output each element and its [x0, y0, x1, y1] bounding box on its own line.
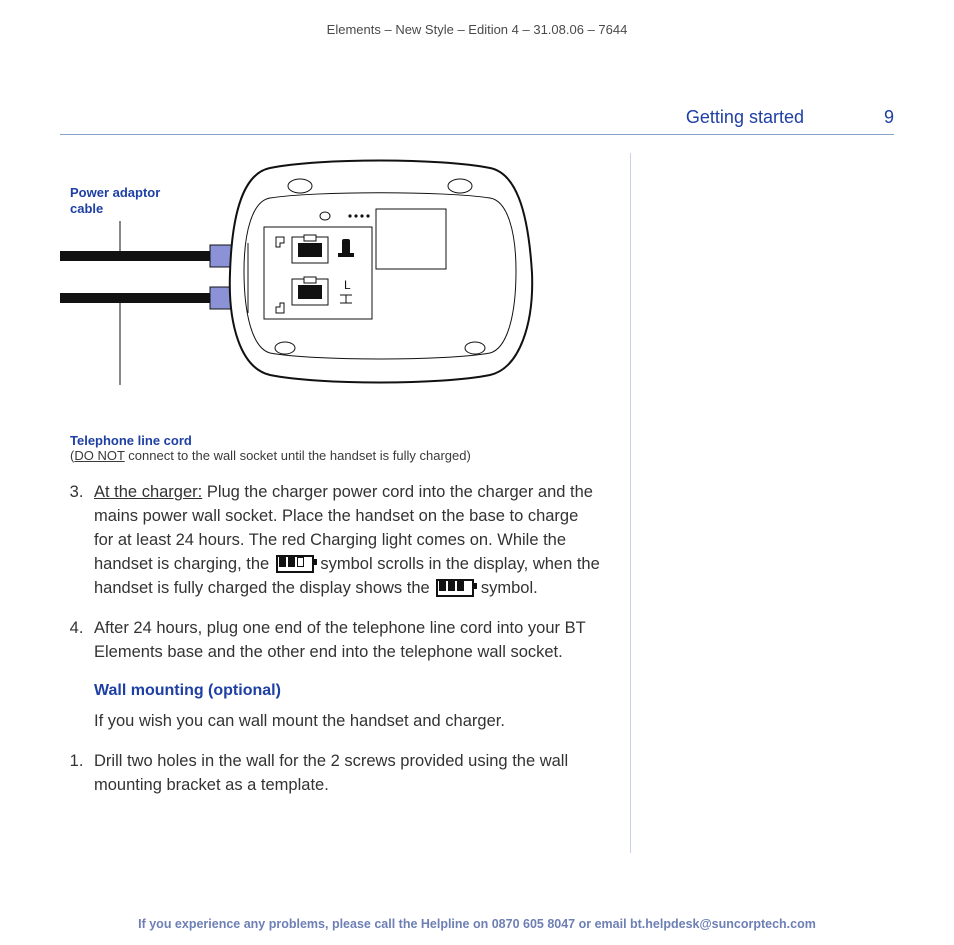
section-title: Getting started: [686, 107, 804, 128]
cable-power: [60, 251, 210, 261]
plug-power: [210, 245, 232, 267]
wall-mounting-heading: Wall mounting (optional): [94, 682, 600, 700]
battery-full-icon: [436, 579, 474, 597]
svg-text:L: L: [344, 278, 351, 292]
doc-meta: Elements – New Style – Edition 4 – 31.08…: [60, 22, 894, 37]
wall-step-1: Drill two holes in the wall for the 2 sc…: [88, 750, 600, 798]
helpline-footer: If you experience any problems, please c…: [0, 917, 954, 931]
page-header: Getting started 9: [60, 107, 894, 135]
right-column: [630, 153, 894, 853]
setup-steps: At the charger: Plug the charger power c…: [60, 481, 600, 664]
step-4: After 24 hours, plug one end of the tele…: [88, 617, 600, 665]
wall-mounting-intro: If you wish you can wall mount the hands…: [94, 710, 600, 734]
power-cable-label: Power adaptor cable: [70, 185, 180, 216]
wall-mounting-steps: Drill two holes in the wall for the 2 sc…: [60, 750, 600, 798]
cable-tel: [60, 293, 210, 303]
page-number: 9: [864, 107, 894, 128]
step-3: At the charger: Plug the charger power c…: [88, 481, 600, 601]
base-unit-diagram: Power adaptor cable: [60, 153, 600, 423]
telephone-cord-label: Telephone line cord: [70, 433, 600, 448]
plug-tel: [210, 287, 232, 309]
battery-charging-icon: [276, 555, 314, 573]
telephone-cord-note: (DO NOT connect to the wall socket until…: [70, 448, 600, 463]
